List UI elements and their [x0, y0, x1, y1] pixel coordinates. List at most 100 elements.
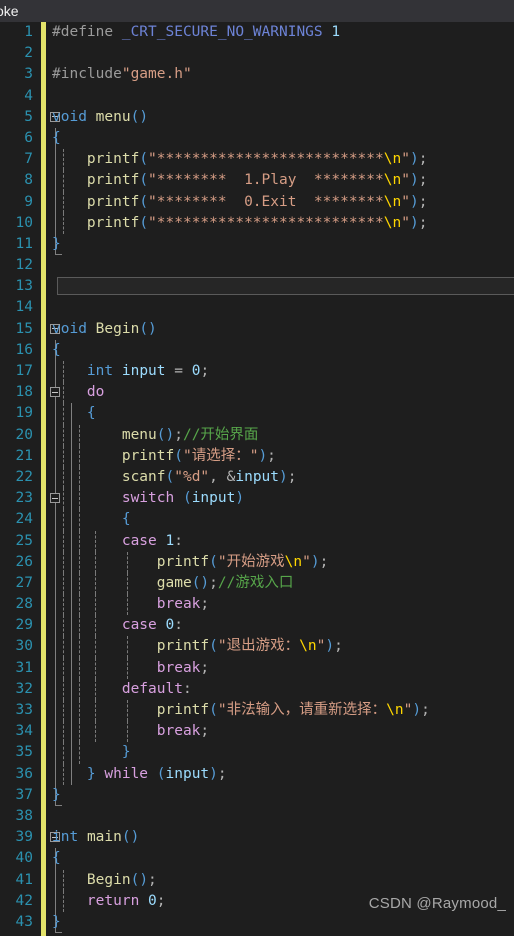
code-line[interactable]: 27 game();//游戏入口 [0, 572, 514, 595]
code-line-text: do [86, 384, 105, 401]
code-line-text: Begin(); [86, 871, 157, 888]
code-line[interactable]: 32 default: [0, 678, 514, 700]
code-line[interactable]: 38 [0, 806, 514, 827]
code-line-text: int input = 0; [86, 363, 210, 379]
title-bar: oke [0, 0, 514, 22]
line-number: 42 [15, 892, 33, 909]
line-number: 28 [15, 596, 33, 613]
code-line-text: { [86, 405, 96, 422]
line-number: 8 [24, 172, 33, 189]
code-line-text: return 0; [86, 892, 166, 909]
line-number: 43 [15, 913, 33, 930]
code-line[interactable]: 14 [0, 297, 514, 318]
code-line[interactable]: 26 printf("开始游戏\n"); [0, 551, 514, 573]
code-line[interactable]: 6{ [0, 127, 514, 150]
code-line[interactable]: 8 printf("******** 1.Play ********\n"); [0, 170, 514, 192]
code-line[interactable]: 29 case 0: [0, 615, 514, 637]
line-number: 5 [24, 108, 33, 125]
line-number: 23 [15, 490, 33, 507]
code-line-text: } [52, 913, 61, 930]
code-line-text: game();//游戏入口 [156, 574, 294, 591]
code-line[interactable]: 40 { [0, 848, 514, 870]
code-line[interactable]: 16 { [0, 339, 514, 361]
line-number: 41 [15, 871, 33, 888]
code-line-text: printf("******** 0.Exit ********\n"); [86, 193, 428, 210]
code-line[interactable]: 35 } [0, 742, 514, 764]
line-number: 33 [15, 702, 33, 718]
line-number: 25 [15, 532, 33, 549]
line-number: 13 [15, 278, 33, 295]
code-line[interactable]: 9 printf("******** 0.Exit ********\n"); [0, 191, 514, 213]
code-line[interactable]: 11} [0, 233, 514, 256]
code-line[interactable]: 37} [0, 784, 514, 807]
code-line[interactable]: 3 #include"game.h" [0, 64, 514, 85]
code-line[interactable]: 41 Begin(); [0, 869, 514, 891]
code-line[interactable]: 36 } while (input); [0, 763, 514, 785]
line-number: 1 [24, 24, 33, 40]
editor-tab-label[interactable]: oke [0, 0, 19, 22]
line-number: 6 [24, 129, 33, 146]
code-line[interactable]: 23 switch (input) [0, 488, 514, 510]
code-line-text: { [52, 850, 61, 867]
code-line-text: printf("******** 1.Play ********\n"); [86, 172, 428, 189]
code-line[interactable]: 30 printf("退出游戏：\n"); [0, 636, 514, 658]
code-line-text: switch (input) [121, 490, 245, 507]
line-number: 40 [15, 850, 33, 867]
code-line-text: #define _CRT_SECURE_NO_WARNINGS 1 [52, 24, 341, 40]
code-line[interactable]: 18 do [0, 382, 514, 404]
code-line[interactable]: 2 [0, 43, 514, 64]
line-number: 4 [24, 87, 33, 104]
code-line[interactable]: 39 int main() [0, 827, 514, 848]
line-number: 27 [15, 574, 33, 591]
code-line-text: } [52, 235, 61, 252]
current-line-highlight-box[interactable] [57, 277, 514, 296]
code-line[interactable]: 17 int input = 0; [0, 361, 514, 383]
code-line-text: int main() [52, 829, 140, 846]
code-line[interactable]: 19 { [0, 403, 514, 425]
code-line-text: void menu() [52, 108, 149, 125]
code-line[interactable]: 22 scanf("%d", &input); [0, 466, 514, 489]
line-number: 32 [15, 680, 33, 697]
line-number: 21 [15, 447, 33, 464]
code-line-text: printf("退出游戏：\n"); [156, 638, 343, 655]
code-line-text: printf("**************************\n"); [86, 151, 428, 168]
code-line[interactable]: 24 { [0, 509, 514, 531]
code-line[interactable]: 1 #define _CRT_SECURE_NO_WARNINGS 1 [0, 22, 514, 43]
line-number: 38 [15, 807, 33, 824]
code-line-text: } [121, 744, 131, 761]
code-line-text: void Begin() [52, 320, 157, 337]
code-line[interactable]: 20 menu();//开始界面 [0, 424, 514, 446]
code-line-text: #include"game.h" [52, 66, 192, 83]
line-number: 2 [24, 45, 33, 62]
line-number: 36 [15, 765, 33, 782]
code-line[interactable]: 28 break; [0, 594, 514, 616]
line-number: 20 [15, 426, 33, 443]
code-line[interactable]: 15 void Begin() [0, 319, 514, 340]
code-line[interactable]: 13 [0, 276, 514, 297]
code-line[interactable]: 34 break; [0, 721, 514, 743]
code-line[interactable]: 12 [0, 255, 514, 276]
line-number: 11 [15, 235, 33, 252]
line-number: 31 [15, 659, 33, 676]
code-line-text: { [52, 341, 61, 358]
code-line[interactable]: 21 printf("请选择："); [0, 445, 514, 467]
code-lines-container[interactable]: 1 #define _CRT_SECURE_NO_WARNINGS 1 2 3 #inc… [0, 22, 514, 936]
line-number: 7 [24, 151, 33, 168]
line-number: 24 [15, 511, 33, 528]
line-number: 22 [15, 468, 33, 485]
line-number: 10 [15, 214, 33, 231]
code-line[interactable]: 10 printf("**************************\n"… [0, 212, 514, 234]
code-line[interactable]: 33 printf("非法输入，请重新选择：\n"); [0, 700, 514, 722]
code-line-text: break; [156, 596, 210, 613]
code-line[interactable]: 25 case 1: [0, 530, 514, 552]
code-line[interactable]: 43} [0, 911, 514, 934]
code-line-text: menu();//开始界面 [121, 426, 259, 443]
code-line[interactable]: 4 [0, 86, 514, 107]
line-number: 12 [15, 257, 33, 274]
code-editor[interactable]: 1 #define _CRT_SECURE_NO_WARNINGS 1 2 3 #inc… [0, 22, 514, 936]
code-line[interactable]: 42 return 0; [0, 890, 514, 912]
code-line[interactable]: 7 printf("**************************\n")… [0, 149, 514, 171]
code-line-text: case 1: [121, 532, 183, 549]
code-line[interactable]: 5 void menu() [0, 107, 514, 128]
code-line[interactable]: 31 break; [0, 657, 514, 679]
